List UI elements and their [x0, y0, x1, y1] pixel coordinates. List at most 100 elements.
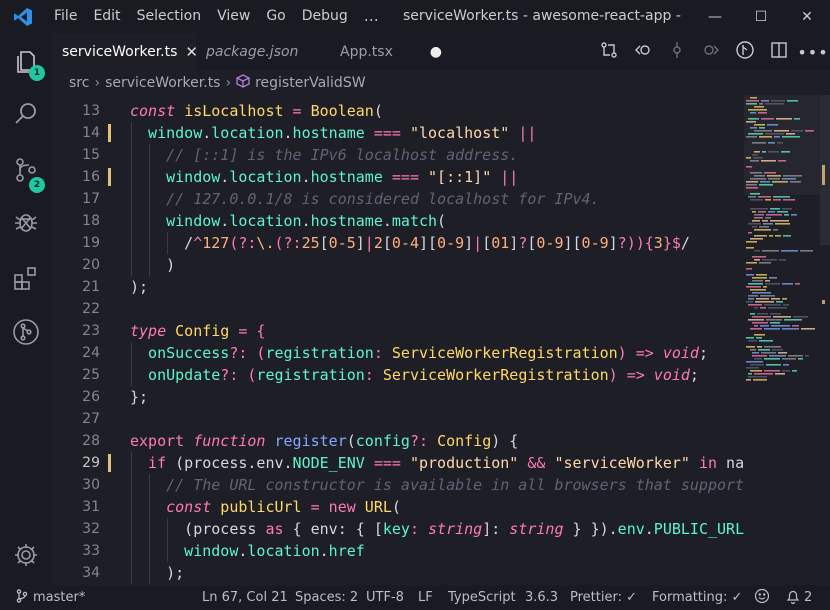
- notifications-button[interactable]: 2: [786, 585, 812, 610]
- activity-bar: 1 2: [0, 33, 52, 585]
- code-line[interactable]: 22: [52, 298, 744, 320]
- code-token: ): [166, 256, 176, 274]
- code-line[interactable]: 17 // 127.0.0.1/8 is considered localhost…: [52, 188, 744, 210]
- code-line[interactable]: 27: [52, 408, 744, 430]
- menu-debug[interactable]: Debug: [294, 0, 356, 33]
- code-text: };: [130, 386, 148, 408]
- end-of-line[interactable]: LF: [418, 585, 433, 610]
- indent-guide: [131, 518, 132, 540]
- code-token: =: [283, 102, 311, 120]
- menu-selection[interactable]: Selection: [129, 0, 210, 33]
- line-number: 20: [82, 257, 100, 273]
- code-token: );: [166, 564, 185, 582]
- source-control-button[interactable]: 2: [0, 146, 52, 198]
- modified-line-gutter[interactable]: [108, 168, 111, 186]
- git-graph-icon: [12, 318, 40, 350]
- previous-change-button[interactable]: [626, 33, 660, 71]
- code-line[interactable]: 32 (process as { env: { [key: string]: st…: [52, 518, 744, 540]
- line-number: 34: [82, 565, 100, 581]
- extensions-button[interactable]: [0, 254, 52, 306]
- modified-line-gutter[interactable]: [108, 454, 111, 472]
- code-line[interactable]: 24 onSuccess?: (registration: ServiceWork…: [52, 342, 744, 364]
- prettier-status[interactable]: Prettier: ✓: [570, 585, 637, 610]
- menu-go[interactable]: Go: [258, 0, 293, 33]
- code-line[interactable]: 16 window.location.hostname === "[::1]" |…: [52, 166, 744, 188]
- code-line[interactable]: 21);: [52, 276, 744, 298]
- code-token: match: [391, 212, 438, 230]
- editor-scrollbar[interactable]: [820, 95, 830, 585]
- indentation[interactable]: Spaces: 2: [295, 585, 358, 610]
- menu-overflow-icon[interactable]: …: [356, 0, 387, 33]
- code-line[interactable]: 33 window.location.href: [52, 540, 744, 562]
- code-token: location: [211, 124, 284, 142]
- code-token: :: [373, 344, 392, 362]
- code-line[interactable]: 19 /^127(?:\.(?:25[0-5]|2[0-4][0-9]|[01]?…: [52, 232, 744, 254]
- close-window-button[interactable]: ✕: [784, 0, 830, 33]
- breadcrumb-symbol[interactable]: registerValidSW: [255, 75, 365, 91]
- code-text: // 127.0.0.1/8 is considered localhost f…: [166, 188, 599, 210]
- indent-guide: [167, 232, 169, 254]
- tab-serviceworker-ts[interactable]: serviceWorker.ts ✕: [52, 33, 198, 71]
- typescript-version[interactable]: 3.6.3: [525, 585, 558, 610]
- code-line[interactable]: 25 onUpdate?: (registration: ServiceWorke…: [52, 364, 744, 386]
- code-line[interactable]: 28 export function register(config?: Conf…: [52, 430, 744, 452]
- cursor-position[interactable]: Ln 67, Col 21: [202, 585, 288, 610]
- split-editor-button[interactable]: [762, 33, 796, 71]
- editor-tab-bar: serviceWorker.ts ✕ package.json App.tsx …: [52, 33, 830, 71]
- code-text: window.location.hostname === "localhost"…: [148, 122, 536, 144]
- code-editor[interactable]: 13 const isLocalhost = Boolean(14 window.l…: [52, 100, 744, 585]
- minimap[interactable]: [744, 95, 820, 585]
- formatting-status[interactable]: Formatting: ✓: [652, 585, 742, 610]
- search-button[interactable]: [0, 90, 52, 142]
- code-line[interactable]: 20): [52, 254, 744, 276]
- code-token: ) {: [491, 432, 519, 450]
- settings-button[interactable]: [0, 531, 52, 583]
- debug-button[interactable]: [0, 198, 52, 250]
- code-line[interactable]: 15 // [::1] is the IPv6 localhost address…: [52, 144, 744, 166]
- code-line[interactable]: 29 if (process.env.NODE_ENV === "producti…: [52, 452, 744, 474]
- tab-package-json[interactable]: package.json: [196, 33, 330, 71]
- breadcrumb: src › serviceWorker.ts › registerValidSW: [52, 71, 830, 95]
- code-token: location: [229, 212, 302, 230]
- branch-name: master*: [33, 590, 86, 605]
- menu-bar: File Edit Selection View Go Debug …: [46, 0, 387, 33]
- code-line[interactable]: 30 // The URL constructor is available in…: [52, 474, 744, 496]
- indent-guide: [131, 474, 132, 496]
- next-change-button[interactable]: [694, 33, 728, 71]
- code-line[interactable]: 18 window.location.hostname.match(: [52, 210, 744, 232]
- indent-guide: [131, 122, 132, 144]
- more-actions-button[interactable]: •••: [796, 33, 830, 71]
- open-changes-button[interactable]: [592, 33, 626, 71]
- code-token: :: [409, 520, 429, 538]
- explorer-button[interactable]: 1: [0, 36, 52, 88]
- minimize-button[interactable]: —: [692, 0, 738, 33]
- code-line[interactable]: 34);: [52, 562, 744, 584]
- maximize-button[interactable]: ☐: [738, 0, 784, 33]
- breadcrumb-file[interactable]: serviceWorker.ts: [105, 75, 220, 91]
- line-number: 29: [82, 455, 100, 471]
- code-line[interactable]: 14 window.location.hostname === "localhos…: [52, 122, 744, 144]
- menu-view[interactable]: View: [209, 0, 258, 33]
- encoding[interactable]: UTF-8: [366, 585, 404, 610]
- code-line[interactable]: 23 type Config = {: [52, 320, 744, 342]
- explorer-badge: 1: [29, 65, 45, 81]
- breadcrumb-folder[interactable]: src: [69, 75, 89, 91]
- code-token: hostname: [310, 168, 383, 186]
- git-graph-button[interactable]: [0, 308, 52, 360]
- git-graph-view-button[interactable]: [728, 33, 762, 71]
- unsaved-dot-icon[interactable]: ●: [430, 44, 442, 60]
- feedback-button[interactable]: [754, 585, 770, 610]
- code-line[interactable]: 13 const isLocalhost = Boolean(: [52, 100, 744, 122]
- code-line[interactable]: 31 const publicUrl = new URL(: [52, 496, 744, 518]
- tab-app-tsx[interactable]: App.tsx ●: [330, 33, 452, 71]
- menu-edit[interactable]: Edit: [85, 0, 128, 33]
- code-token: {: [283, 520, 311, 538]
- modified-line-gutter[interactable]: [108, 124, 111, 142]
- code-token: // 127.0.0.1/8 is considered localhost f…: [166, 190, 600, 208]
- menu-file[interactable]: File: [46, 0, 85, 33]
- branch-indicator[interactable]: master*: [16, 585, 85, 610]
- code-line[interactable]: 26};: [52, 386, 744, 408]
- language-mode[interactable]: TypeScript: [448, 585, 516, 610]
- git-commit-button[interactable]: [660, 33, 694, 71]
